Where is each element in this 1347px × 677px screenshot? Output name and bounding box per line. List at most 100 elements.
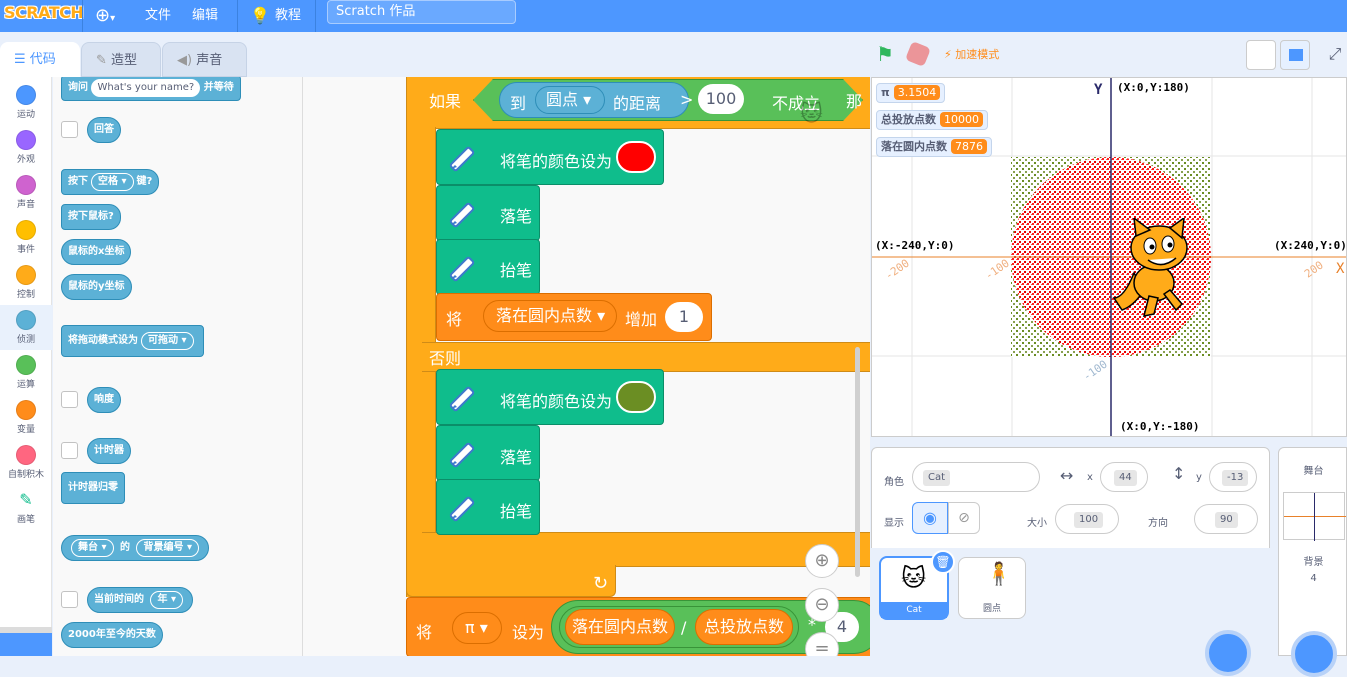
zoom-out-button[interactable]: ⊖ bbox=[805, 588, 839, 622]
category-events[interactable]: 事件 bbox=[0, 220, 52, 255]
pen-icon bbox=[443, 433, 485, 473]
category-menu: 运动 外观 声音 事件 控制 侦测 运算 变量 自制积木 ✎ 画笔 bbox=[0, 77, 52, 656]
monitor-label: 总投放点数 bbox=[881, 113, 936, 126]
cat-sprite-icon[interactable] bbox=[1104, 218, 1194, 318]
pi-monitor[interactable]: π 3.1504 bbox=[876, 83, 946, 103]
timer-block[interactable]: 计时器 bbox=[87, 438, 131, 464]
current-time-checkbox[interactable] bbox=[61, 591, 78, 608]
edit-menu[interactable]: 编辑 bbox=[192, 0, 218, 32]
mouse-y-block[interactable]: 鼠标的y坐标 bbox=[61, 274, 132, 300]
of-property-dropdown[interactable]: 背景编号 bbox=[143, 542, 183, 553]
in-circle-variable[interactable]: 落在圆内点数 bbox=[565, 609, 675, 645]
globe-icon[interactable]: ⊕▾ bbox=[95, 0, 115, 32]
category-control[interactable]: 控制 bbox=[0, 265, 52, 300]
category-label: 运算 bbox=[16, 380, 35, 390]
if-else-bottom bbox=[422, 532, 870, 567]
stage-target-pane[interactable]: 舞台 背景 4 bbox=[1278, 447, 1347, 677]
scratch-logo[interactable]: SCRATCH bbox=[4, 3, 84, 22]
ask-block[interactable]: 询问 What's your name? 并等待 bbox=[61, 77, 241, 101]
variables-dot-icon bbox=[16, 400, 36, 420]
dropdown-value: 落在圆内点数 bbox=[496, 306, 593, 325]
in-circle-monitor[interactable]: 落在圆内点数 7876 bbox=[876, 137, 992, 157]
loudness-block[interactable]: 响度 bbox=[87, 387, 121, 413]
normal-stage-button[interactable] bbox=[1280, 40, 1310, 70]
compare-value-input[interactable]: 100 bbox=[698, 84, 744, 114]
file-menu[interactable]: 文件 bbox=[145, 0, 171, 32]
green-flag-icon[interactable]: ⚑ bbox=[876, 42, 894, 66]
loudness-checkbox[interactable] bbox=[61, 391, 78, 408]
category-pen[interactable]: ✎ 画笔 bbox=[0, 490, 52, 525]
key-pressed-block[interactable]: 按下 空格 ▾ 键? bbox=[61, 169, 160, 195]
timer-checkbox[interactable] bbox=[61, 442, 78, 459]
tab-sounds[interactable]: ◀) 声音 bbox=[162, 42, 247, 77]
answer-block[interactable]: 回答 bbox=[87, 117, 121, 143]
category-label: 运动 bbox=[16, 110, 35, 120]
total-monitor[interactable]: 总投放点数 10000 bbox=[876, 110, 988, 130]
stage[interactable]: π 3.1504 总投放点数 10000 落在圆内点数 7876 (X:0,Y:180… bbox=[871, 77, 1347, 437]
category-my-blocks[interactable]: 自制积木 bbox=[0, 445, 52, 480]
tab-costumes[interactable]: ✎ 造型 bbox=[81, 42, 161, 77]
stop-icon[interactable] bbox=[904, 40, 932, 68]
drag-mode-dropdown[interactable]: 可拖动 bbox=[148, 335, 178, 346]
fullscreen-icon[interactable]: ⤢ bbox=[1320, 40, 1347, 70]
category-looks[interactable]: 外观 bbox=[0, 130, 52, 165]
set-variable-dropdown[interactable]: π ▾ bbox=[452, 612, 502, 644]
tab-code[interactable]: ☰ 代码 bbox=[0, 42, 80, 77]
block-text: 将笔的颜色设为 bbox=[500, 392, 613, 411]
delete-sprite-icon[interactable]: 🗑 bbox=[931, 550, 955, 574]
current-time-block[interactable]: 当前时间的 年 ▾ bbox=[87, 587, 193, 613]
change-value-input[interactable]: 1 bbox=[665, 302, 703, 332]
sprite-name-input[interactable]: Cat bbox=[912, 462, 1040, 492]
add-backdrop-button[interactable] bbox=[1291, 631, 1337, 677]
tutorials-menu[interactable]: 教程 bbox=[275, 0, 301, 32]
answer-checkbox[interactable] bbox=[61, 121, 78, 138]
reset-timer-block[interactable]: 计时器归零 bbox=[61, 472, 125, 504]
of-block[interactable]: 舞台 ▾ 的 背景编号 ▾ bbox=[61, 535, 209, 561]
show-eye-icon[interactable]: ◉ bbox=[912, 502, 948, 534]
script-scrollbar[interactable] bbox=[855, 347, 860, 577]
category-sensing[interactable]: 侦测 bbox=[0, 305, 52, 350]
add-extension-button[interactable] bbox=[0, 633, 52, 656]
ask-input[interactable]: What's your name? bbox=[91, 79, 201, 97]
x-input[interactable]: 44 bbox=[1100, 462, 1148, 492]
size-input[interactable]: 100 bbox=[1055, 504, 1119, 534]
days-since-block[interactable]: 2000年至今的天数 bbox=[61, 622, 163, 648]
monitor-value: 3.1504 bbox=[893, 85, 941, 100]
add-sprite-button[interactable] bbox=[1205, 630, 1251, 676]
key-dropdown[interactable]: 空格 bbox=[98, 176, 118, 187]
sprite-thumb-dot[interactable]: 圆点 🧍 bbox=[958, 557, 1026, 619]
y-input[interactable]: -13 bbox=[1209, 462, 1257, 492]
project-title-input[interactable]: Scratch 作品 bbox=[327, 0, 516, 24]
mouse-x-block[interactable]: 鼠标的x坐标 bbox=[61, 239, 132, 265]
red-color-swatch[interactable] bbox=[616, 141, 656, 173]
mouse-down-block[interactable]: 按下鼠标? bbox=[61, 204, 121, 230]
dropdown-value: 圆点 bbox=[546, 90, 579, 109]
of-object-dropdown[interactable]: 舞台 bbox=[78, 542, 98, 553]
category-sound[interactable]: 声音 bbox=[0, 175, 52, 210]
current-time-dropdown[interactable]: 年 bbox=[157, 594, 167, 605]
block-text: 并等待 bbox=[203, 82, 234, 93]
category-variables[interactable]: 变量 bbox=[0, 400, 52, 435]
olive-color-swatch[interactable] bbox=[616, 381, 656, 413]
small-stage-button[interactable] bbox=[1246, 40, 1276, 70]
sprite-name-value: Cat bbox=[923, 470, 951, 486]
direction-input[interactable]: 90 bbox=[1194, 504, 1258, 534]
sound-dot-icon bbox=[16, 175, 36, 195]
hide-eye-icon[interactable]: ⊘ bbox=[948, 502, 980, 534]
block-text: 到 bbox=[510, 94, 527, 113]
category-operators[interactable]: 运算 bbox=[0, 355, 52, 390]
pen-icon bbox=[443, 487, 485, 527]
distance-target-dropdown[interactable]: 圆点 ▾ bbox=[535, 86, 605, 114]
stage-header: ⚑ ⚡ 加速模式 ⤢ bbox=[870, 32, 1347, 77]
total-variable[interactable]: 总投放点数 bbox=[695, 609, 793, 645]
script-area[interactable]: 如果 否则 ↻ 到 圆点 ▾ 的距离 > 100 不成立 那 🐱 将笔的颜色设为… bbox=[303, 77, 870, 656]
block-text: 落笔 bbox=[500, 207, 533, 226]
sprite-list: Cat 🐱 🗑 圆点 🧍 bbox=[871, 548, 1270, 676]
change-variable-dropdown[interactable]: 落在圆内点数 ▾ bbox=[483, 300, 617, 332]
zoom-in-button[interactable]: ⊕ bbox=[805, 544, 839, 578]
drag-mode-block[interactable]: 将拖动模式设为 可拖动 ▾ bbox=[61, 325, 204, 357]
category-motion[interactable]: 运动 bbox=[0, 85, 52, 120]
myblocks-dot-icon bbox=[16, 445, 36, 465]
block-text: 键? bbox=[136, 176, 153, 187]
tab-costumes-label: 造型 bbox=[111, 53, 138, 68]
